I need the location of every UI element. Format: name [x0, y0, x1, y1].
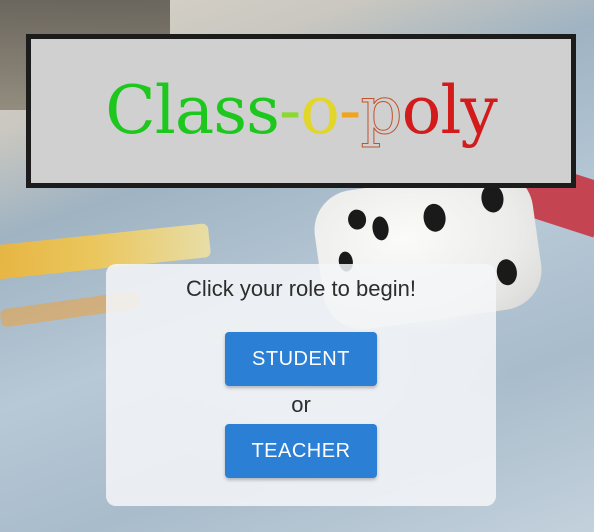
- or-separator: or: [291, 392, 311, 417]
- teacher-button[interactable]: TEACHER: [225, 424, 377, 478]
- title-banner: Class-o-poly: [26, 34, 576, 188]
- role-prompt: Click your role to begin!: [186, 276, 416, 301]
- app-title: Class-o-poly: [105, 72, 497, 149]
- role-selection-panel: Click your role to begin! STUDENT or TEA…: [106, 264, 496, 506]
- student-button[interactable]: STUDENT: [225, 332, 377, 386]
